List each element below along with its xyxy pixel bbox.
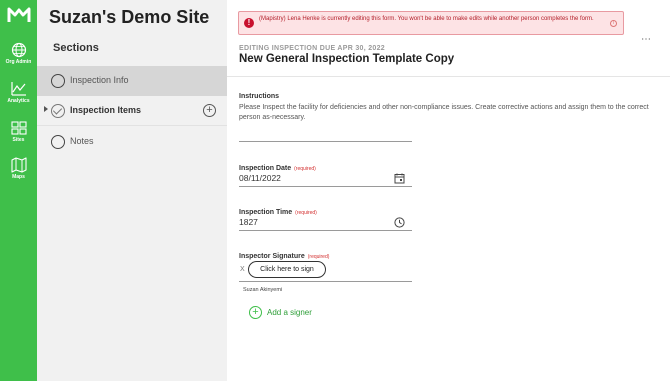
mapistry-logo-icon[interactable] (7, 6, 31, 24)
section-item-label: Notes (70, 136, 94, 146)
calendar-icon[interactable] (394, 173, 405, 184)
section-item-inspection-items[interactable]: Inspection Items + (37, 96, 227, 126)
section-item-inspection-info[interactable]: Inspection Info (37, 66, 227, 96)
due-subtitle: EDITING INSPECTION DUE APR 30, 2022 (239, 45, 385, 52)
click-to-sign-button[interactable]: Click here to sign (248, 261, 326, 278)
nav-sites[interactable]: Sites (0, 120, 37, 154)
instructions-label: Instructions (239, 93, 280, 100)
sections-heading: Sections (53, 42, 99, 54)
nav-org-admin-label: Org Admin (5, 59, 32, 65)
info-icon[interactable]: i (610, 20, 617, 27)
inspection-time-input[interactable]: 1827 (239, 217, 258, 227)
instructions-text: Please Inspect the facility for deficien… (239, 104, 649, 121)
header-divider (227, 76, 670, 77)
signer-name: Suzan Akinyemi (243, 287, 283, 293)
globe-icon (11, 42, 26, 58)
required-tag: (required) (294, 166, 316, 172)
inspection-date-input[interactable]: 08/11/2022 (239, 173, 281, 183)
expand-caret-icon[interactable] (44, 106, 48, 112)
section-item-label: Inspection Items (70, 105, 142, 115)
add-circle-icon: + (249, 306, 262, 319)
site-title: Suzan's Demo Site (49, 7, 210, 27)
instructions-divider (239, 141, 412, 142)
date-underline (239, 186, 412, 187)
section-item-label: Inspection Info (70, 75, 129, 85)
add-signer-label: Add a signer (267, 308, 312, 317)
error-icon: ! (244, 18, 254, 28)
status-circle-icon (51, 74, 65, 88)
page-title: New General Inspection Template Copy (239, 53, 455, 65)
sections-panel: Suzan's Demo Site Sections Inspection In… (37, 0, 227, 381)
check-circle-icon (51, 104, 65, 118)
status-circle-icon (51, 135, 65, 149)
nav-maps-label: Maps (12, 174, 25, 180)
inspection-date-label: Inspection Date (239, 165, 292, 172)
inspection-time-label: Inspection Time (239, 209, 293, 216)
signature-x-mark: X (240, 266, 245, 273)
more-options-button[interactable]: ⋯ (641, 34, 652, 45)
required-tag: (required) (307, 254, 330, 260)
time-underline (239, 230, 412, 231)
left-nav-rail: Org Admin Analytics Sites Maps (0, 0, 37, 381)
sites-grid-icon (10, 121, 27, 135)
nav-org-admin[interactable]: Org Admin (0, 42, 37, 76)
section-item-notes[interactable]: Notes (37, 127, 227, 157)
required-tag: (required) (295, 210, 317, 216)
banner-message: (Mapistry) Lena Henke is currently editi… (259, 16, 594, 22)
chart-line-icon (10, 82, 26, 96)
map-icon (10, 157, 27, 173)
inspector-signature-label: Inspector Signature (239, 253, 305, 260)
nav-sites-label: Sites (12, 137, 25, 143)
add-circle-icon[interactable]: + (203, 104, 216, 117)
nav-analytics-label: Analytics (7, 98, 30, 104)
nav-analytics[interactable]: Analytics (0, 81, 37, 115)
nav-maps[interactable]: Maps (0, 157, 37, 191)
clock-icon[interactable] (394, 217, 405, 228)
main-content: ! (Mapistry) Lena Henke is currently edi… (227, 0, 670, 381)
signature-underline (239, 281, 412, 282)
editing-warning-banner: ! (Mapistry) Lena Henke is currently edi… (238, 11, 624, 35)
